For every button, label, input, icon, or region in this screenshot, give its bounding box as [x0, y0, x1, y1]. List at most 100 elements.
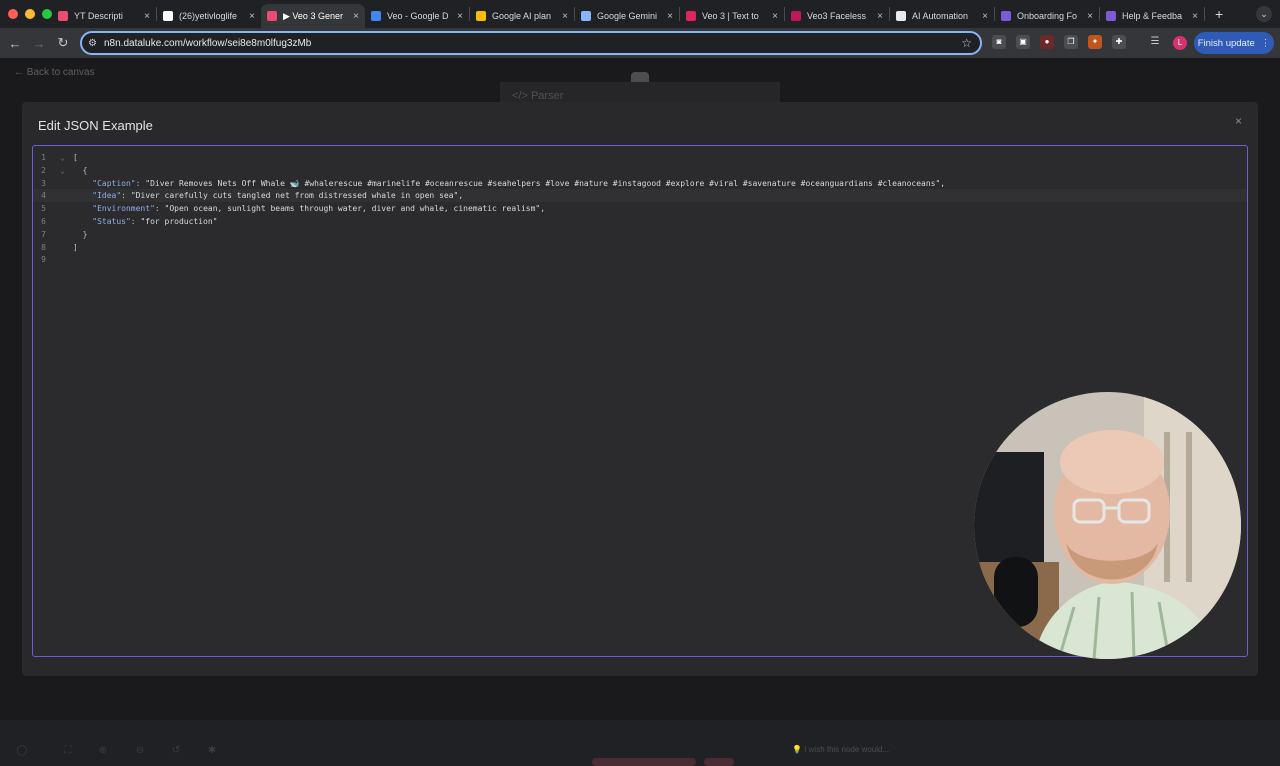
back-to-canvas-label: Back to canvas — [26, 67, 95, 78]
zoom-in-icon[interactable]: ⊕ — [95, 743, 111, 759]
browser-tab-strip: YT Descripti × (26)yetivloglife × ▶ Veo 3 Ge… — [0, 0, 1280, 28]
parser-node-title: </> Parser — [500, 82, 780, 104]
json-value: "for production" — [140, 217, 218, 226]
browser-tab[interactable]: (26)yetivloglife × — [157, 4, 261, 28]
maximize-window-button[interactable] — [42, 9, 52, 19]
tab-label: YT Descripti — [74, 11, 123, 21]
extension-camera-icon[interactable]: ◙ — [992, 35, 1006, 49]
code-line[interactable]: 8] — [33, 241, 1247, 254]
n8n-icon — [267, 11, 277, 21]
tab-close-icon[interactable]: × — [249, 11, 255, 22]
code-line[interactable]: 5 "Environment": "Open ocean, sunlight b… — [33, 202, 1247, 215]
browser-tab[interactable]: Veo - Google D × — [365, 4, 469, 28]
back-arrow-icon[interactable]: ← — [3, 36, 27, 51]
veo3-icon — [791, 11, 801, 21]
browser-tab[interactable]: Google AI plan × — [470, 4, 574, 28]
tab-separator — [1204, 7, 1205, 21]
tab-close-icon[interactable]: × — [1087, 11, 1093, 22]
tab-close-icon[interactable]: × — [667, 11, 673, 22]
tab-label: Veo 3 | Text to — [702, 11, 759, 21]
browser-tab[interactable]: Veo 3 | Text to × — [680, 4, 784, 28]
json-value: "Diver carefully cuts tangled net from d… — [130, 191, 464, 201]
fit-view-icon[interactable]: ⛶ — [60, 743, 76, 759]
google-deepmind-icon — [371, 11, 381, 21]
fold-chevron-icon[interactable]: ⌄ — [60, 151, 65, 164]
reload-icon[interactable]: ↻ — [51, 35, 75, 51]
json-value: "Open ocean, sunlight beams through wate… — [164, 204, 546, 214]
code-line[interactable]: 7 } — [33, 228, 1247, 241]
tab-close-icon[interactable]: × — [457, 11, 463, 22]
debug-icon[interactable]: ✱ — [204, 743, 220, 759]
tab-label: (26)yetivloglife — [179, 11, 238, 21]
new-tab-button[interactable]: + — [1215, 6, 1223, 22]
json-key: "Caption" — [73, 178, 136, 188]
tab-list: YT Descripti × (26)yetivloglife × ▶ Veo 3 Ge… — [52, 0, 1205, 28]
browser-tab[interactable]: Veo3 Faceless × — [785, 4, 889, 28]
json-colon: : — [130, 217, 141, 226]
arrow-left-icon: ← — [14, 67, 27, 78]
json-colon: : — [135, 178, 146, 188]
extensions-puzzle-icon[interactable]: ✚ — [1112, 35, 1126, 49]
feedback-input[interactable]: 💡 I wish this node would... — [792, 745, 889, 754]
tab-search-icon[interactable]: ⌄ — [1256, 6, 1272, 22]
close-icon[interactable]: × — [1235, 114, 1242, 128]
address-bar[interactable]: ⚙ n8n.dataluke.com/workflow/sei8e8m0lfug… — [80, 31, 982, 55]
code-text: "Status": "for production" — [73, 215, 218, 228]
line-number: 8 — [41, 242, 46, 252]
site-info-icon[interactable]: ⚙ — [88, 38, 104, 49]
zoom-fit-icon[interactable]: ◯ — [14, 743, 30, 759]
tab-close-icon[interactable]: × — [562, 11, 568, 22]
line-number: 1 — [41, 153, 46, 162]
tab-close-icon[interactable]: × — [144, 11, 150, 22]
browser-tab[interactable]: AI Automation × — [890, 4, 994, 28]
close-window-button[interactable] — [8, 9, 18, 19]
browser-tab[interactable]: YT Descripti × — [52, 4, 156, 28]
browser-tab[interactable]: Google Gemini × — [575, 4, 679, 28]
tab-close-icon[interactable]: × — [353, 11, 359, 22]
execute-button[interactable] — [592, 758, 696, 766]
tab-label: Help & Feedba — [1122, 11, 1183, 21]
reading-list-icon[interactable]: ☰ — [1148, 35, 1162, 49]
code-text: { — [73, 164, 88, 177]
tab-close-icon[interactable]: × — [982, 11, 988, 22]
code-line[interactable]: 9 — [33, 253, 1247, 266]
finish-update-button[interactable]: Finish update ⋮ — [1194, 32, 1274, 54]
undo-icon[interactable]: ↺ — [168, 743, 184, 759]
code-line[interactable]: 1 ⌄ [ — [33, 151, 1247, 164]
json-key: "Environment" — [73, 204, 155, 214]
code-text: "Idea": "Diver carefully cuts tangled ne… — [73, 189, 463, 202]
code-line[interactable]: 2 ⌄ { — [33, 164, 1247, 177]
json-colon: : — [121, 191, 131, 201]
profile-avatar[interactable]: L — [1173, 36, 1187, 50]
zoom-out-icon[interactable]: ⊖ — [132, 743, 148, 759]
back-to-canvas-link[interactable]: ← Back to canvas — [14, 67, 95, 78]
minimize-window-button[interactable] — [25, 9, 35, 19]
extension-copy-icon[interactable]: ❐ — [1064, 35, 1078, 49]
modal-title: Edit JSON Example — [38, 118, 153, 133]
tab-label: AI Automation — [912, 11, 969, 21]
code-line[interactable]: 3 "Caption": "Diver Removes Nets Off Wha… — [33, 177, 1247, 190]
tab-close-icon[interactable]: × — [1192, 11, 1198, 22]
tab-label: ▶ Veo 3 Gener — [283, 10, 343, 21]
bookmark-star-icon[interactable]: ☆ — [961, 36, 972, 50]
tab-close-icon[interactable]: × — [772, 11, 778, 22]
browser-tab[interactable]: ▶ Veo 3 Gener × — [261, 4, 365, 28]
more-vert-icon: ⋮ — [1260, 37, 1271, 49]
extension-record-icon[interactable]: ● — [1040, 35, 1054, 49]
fold-chevron-icon[interactable]: ⌄ — [60, 164, 65, 177]
forward-arrow-icon[interactable]: → — [27, 36, 51, 51]
extension-screen-icon[interactable]: ▣ — [1016, 35, 1030, 49]
json-colon: : — [154, 204, 165, 214]
code-line[interactable]: 6 "Status": "for production" — [33, 215, 1247, 228]
feedback-placeholder: I wish this node would... — [804, 745, 890, 754]
tab-close-icon[interactable]: × — [877, 11, 883, 22]
execute-options-button[interactable] — [704, 758, 734, 766]
code-text: ] — [73, 241, 78, 254]
line-number: 4 — [41, 191, 46, 201]
extension-flame-icon[interactable]: ✦ — [1088, 35, 1102, 49]
browser-tab[interactable]: Help & Feedba × — [1100, 4, 1204, 28]
browser-tab[interactable]: Onboarding Fo × — [995, 4, 1099, 28]
code-text: "Caption": "Diver Removes Nets Off Whale… — [73, 177, 945, 190]
code-line[interactable]: 4 "Idea": "Diver carefully cuts tangled … — [33, 189, 1247, 203]
form-icon — [1106, 11, 1116, 21]
